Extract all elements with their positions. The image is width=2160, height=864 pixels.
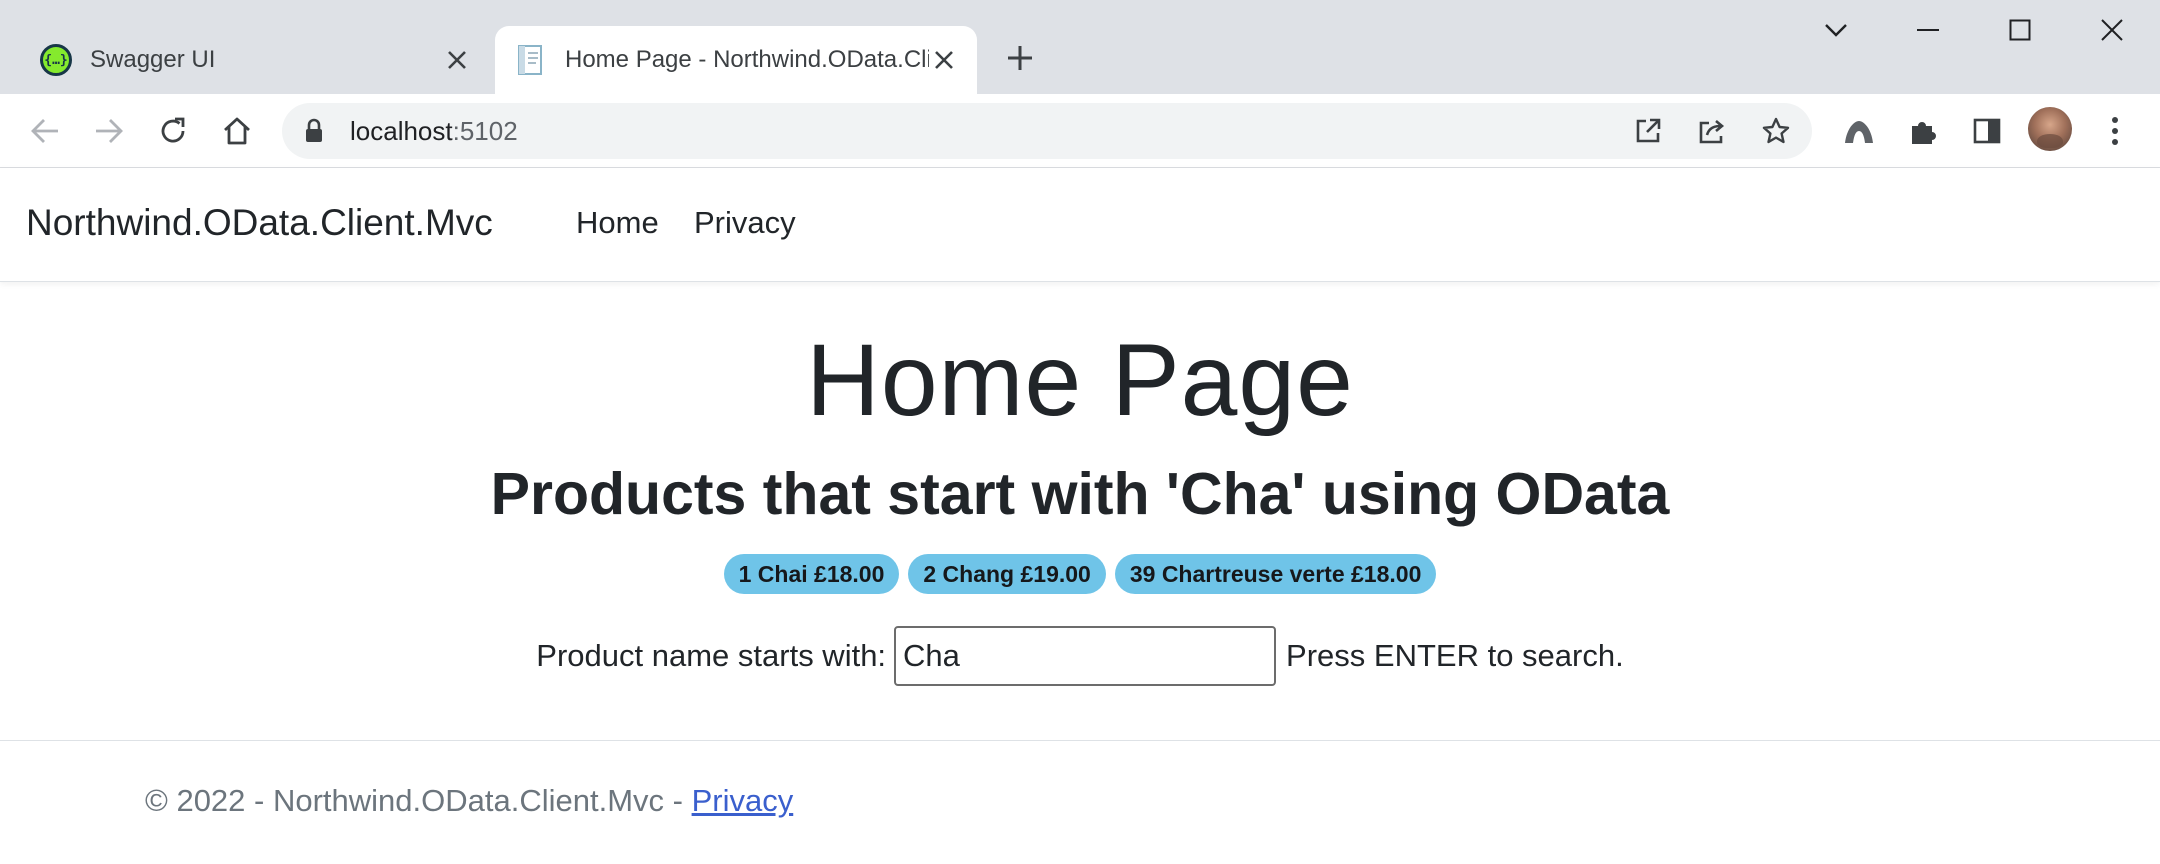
- page-icon: [515, 44, 547, 76]
- extension-arc-icon[interactable]: [1838, 110, 1880, 152]
- lock-icon[interactable]: [304, 118, 324, 149]
- address-url[interactable]: localhost:5102: [350, 116, 518, 147]
- tab-swagger-ui[interactable]: {…} Swagger UI: [20, 26, 490, 94]
- page-title: Home Page: [806, 323, 1354, 437]
- back-arrow-icon[interactable]: [24, 110, 66, 152]
- site-brand-link[interactable]: Northwind.OData.Client.Mvc: [26, 202, 493, 244]
- page-footer: © 2022 - Northwind.OData.Client.Mvc - Pr…: [0, 740, 2160, 864]
- share-icon[interactable]: [1692, 111, 1732, 151]
- search-hint: Press ENTER to search.: [1286, 638, 1624, 673]
- minimize-button[interactable]: [1908, 10, 1948, 50]
- address-bar[interactable]: localhost:5102: [282, 103, 1812, 159]
- nav-link-home[interactable]: Home: [576, 205, 659, 241]
- tab-title: Swagger UI: [90, 46, 216, 73]
- product-badge: 39 Chartreuse verte £18.00: [1114, 554, 1437, 594]
- close-icon[interactable]: [929, 45, 959, 75]
- browser-toolbar: localhost:5102: [0, 94, 2160, 168]
- browser-tab-strip: {…} Swagger UI Home Page - Northwind.ODa…: [0, 0, 2160, 94]
- maximize-button[interactable]: [2000, 10, 2040, 50]
- more-menu-icon[interactable]: [2094, 110, 2136, 152]
- product-badge: 1 Chai £18.00: [723, 554, 900, 594]
- profile-avatar[interactable]: [2028, 107, 2072, 151]
- footer-text: © 2022 - Northwind.OData.Client.Mvc - Pr…: [145, 783, 793, 819]
- product-badges: 1 Chai £18.00 2 Chang £19.00 39 Chartreu…: [0, 554, 2160, 594]
- page-subtitle: Products that start with 'Cha' using ODa…: [490, 461, 1670, 527]
- bookmark-star-icon[interactable]: [1756, 111, 1796, 151]
- open-in-app-icon[interactable]: [1628, 111, 1668, 151]
- reload-icon[interactable]: [152, 110, 194, 152]
- nav-link-privacy[interactable]: Privacy: [694, 205, 796, 241]
- tab-search-chevron-down-icon[interactable]: [1816, 10, 1856, 50]
- swagger-icon: {…}: [40, 44, 72, 76]
- product-name-search-input[interactable]: [894, 626, 1277, 686]
- side-panel-icon[interactable]: [1966, 110, 2008, 152]
- search-label: Product name starts with:: [536, 638, 887, 673]
- tab-title: Home Page - Northwind.OData.Client.Mvc: [565, 46, 929, 73]
- home-icon[interactable]: [216, 110, 258, 152]
- extensions-puzzle-icon[interactable]: [1902, 110, 1944, 152]
- site-navbar: Northwind.OData.Client.Mvc Home Privacy: [0, 168, 2160, 282]
- close-window-button[interactable]: [2092, 10, 2132, 50]
- forward-arrow-icon[interactable]: [88, 110, 130, 152]
- tab-home-page[interactable]: Home Page - Northwind.OData.Client.Mvc: [495, 26, 977, 94]
- product-search-form: Product name starts with: Press ENTER to…: [0, 626, 2160, 686]
- close-icon[interactable]: [442, 45, 472, 75]
- copyright-text: © 2022 - Northwind.OData.Client.Mvc -: [145, 783, 692, 818]
- new-tab-button[interactable]: [1000, 38, 1040, 78]
- product-badge: 2 Chang £19.00: [908, 554, 1106, 594]
- footer-privacy-link[interactable]: Privacy: [692, 783, 794, 818]
